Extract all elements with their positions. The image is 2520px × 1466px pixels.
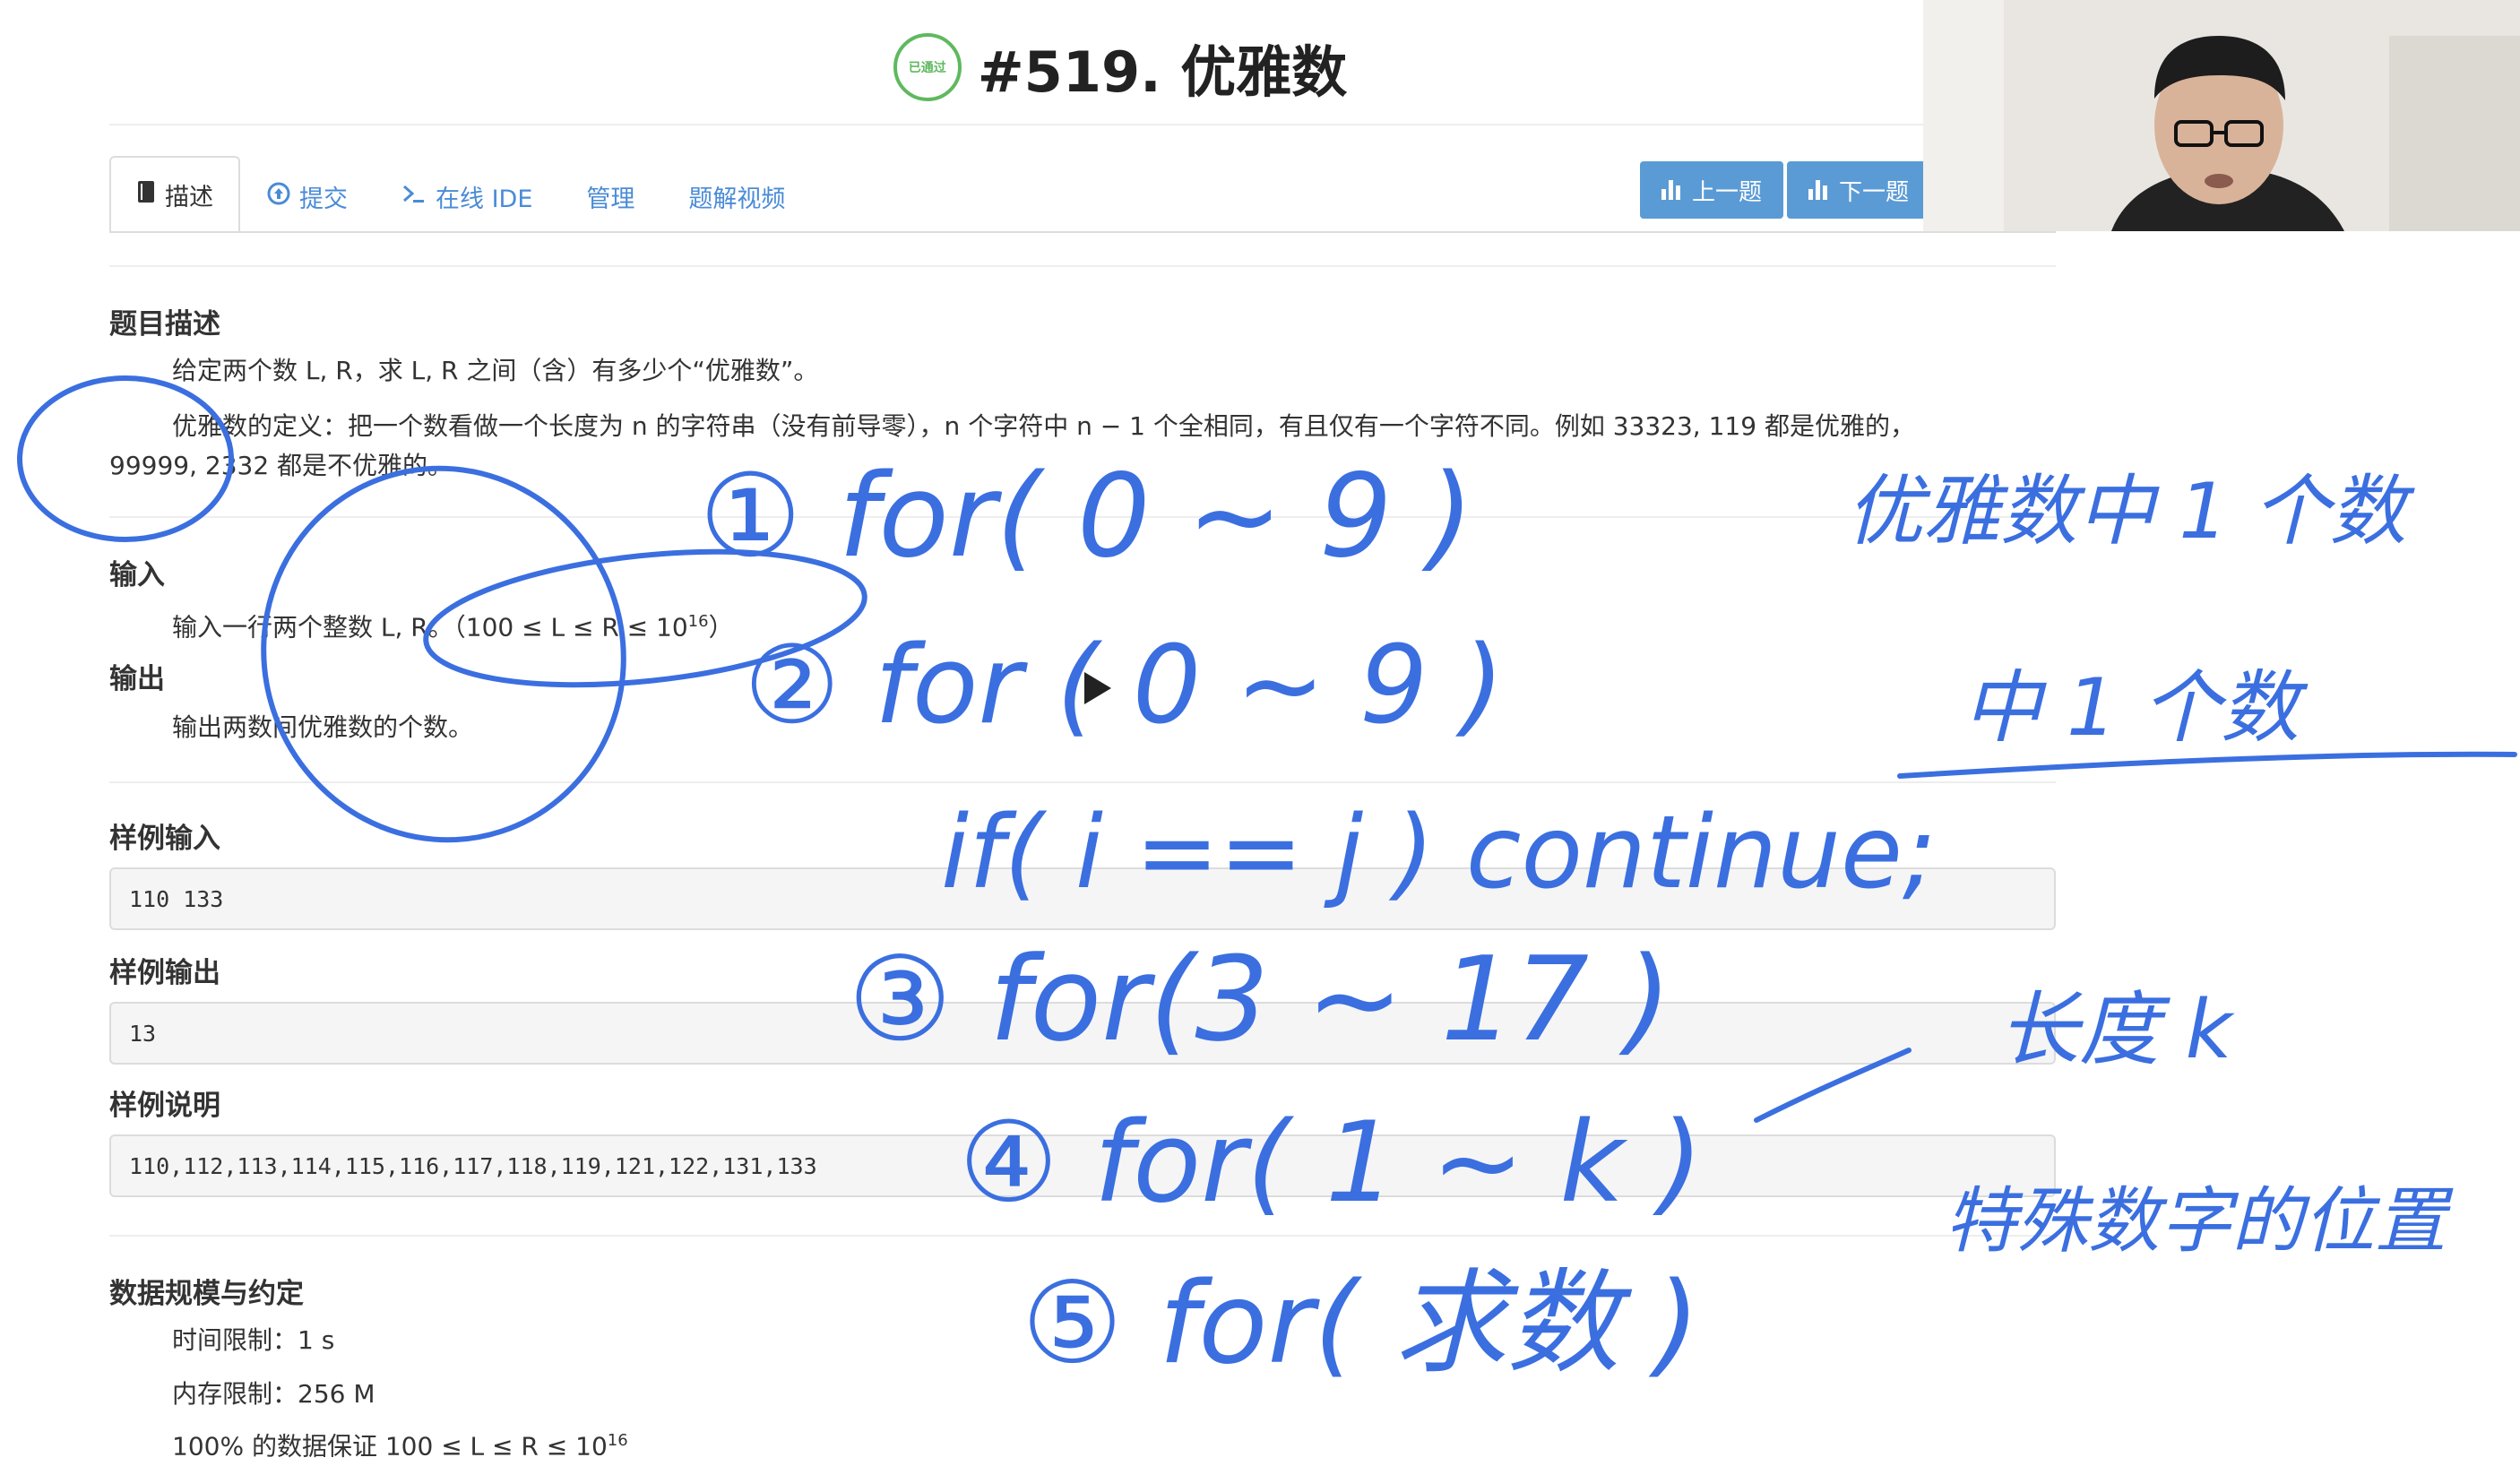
handwriting-line-6: ⑤ for( 求数 ): [1022, 1257, 1700, 1389]
handwriting-note-3: 长度 k: [1998, 983, 2236, 1077]
handwriting-line-1: ① for( 0 ~ 9 ): [699, 450, 1473, 583]
handwriting-line-2: ② for ( 0 ~ 9 ): [744, 624, 1504, 748]
handwriting-note-2: 中 1 个数: [1963, 661, 2309, 754]
circle-annotation: [261, 465, 626, 843]
handwriting-line-5: ④ for( 1 ~ k ): [959, 1099, 1703, 1228]
handwriting-note-1: 优雅数中 1 个数: [1846, 467, 2415, 556]
problem-page: 已通过 #519. 优雅数 描述 提交 在线 IDE 管理 题解视频 上一题 下…: [0, 0, 2520, 1461]
handwriting-line-3: if( i == j ) continue;: [941, 795, 1937, 911]
stroke-annotation: [1754, 1048, 1912, 1123]
underline-annotation: [1897, 751, 2517, 779]
handwriting-note-4: 特殊数字的位置: [1945, 1179, 2454, 1263]
circle-annotation: [17, 375, 234, 542]
handwriting-layer: ① for( 0 ~ 9 ) ② for ( 0 ~ 9 ) if( i == …: [17, 375, 2517, 1389]
handwriting-line-4: ③ for(3 ~ 17 ): [848, 931, 1671, 1067]
